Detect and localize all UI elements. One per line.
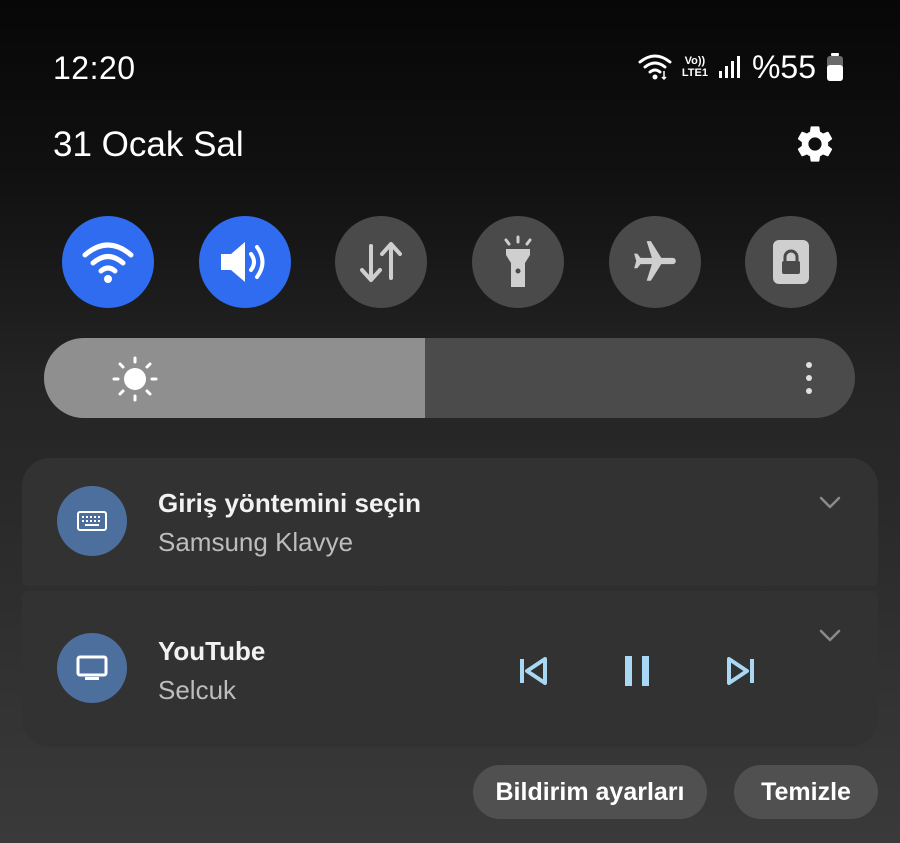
- status-time: 12:20: [53, 50, 136, 86]
- notification-title: Giriş yöntemini seçin: [158, 488, 421, 518]
- wifi-icon: [82, 242, 134, 283]
- notification-title: YouTube: [158, 636, 266, 666]
- brightness-slider[interactable]: [44, 338, 855, 418]
- airplane-icon: [634, 241, 676, 281]
- lte-label: LTE1: [681, 67, 708, 79]
- date-label: 31 Ocak Sal: [53, 125, 244, 164]
- notification-input-method[interactable]: Giriş yöntemini seçin Samsung Klavye: [22, 458, 878, 586]
- toggle-screen-lock[interactable]: [745, 216, 837, 308]
- settings-button[interactable]: [793, 122, 837, 166]
- clear-all-button[interactable]: Temizle: [734, 765, 878, 819]
- chevron-down-icon[interactable]: [818, 627, 842, 643]
- toggle-sound[interactable]: [199, 216, 291, 308]
- volte-label: Vo)): [684, 55, 706, 67]
- flashlight-icon: [504, 235, 532, 287]
- notification-subtitle: Samsung Klavye: [158, 527, 354, 557]
- battery-icon: [827, 53, 843, 81]
- speaker-icon: [221, 242, 265, 282]
- toggle-airplane-mode[interactable]: [609, 216, 701, 308]
- notification-youtube-media[interactable]: YouTube Selcuk: [22, 591, 878, 747]
- data-arrows-icon: [360, 242, 402, 282]
- pause-icon: [625, 656, 649, 686]
- wifi-icon: [638, 54, 672, 81]
- more-vertical-icon[interactable]: [799, 360, 819, 396]
- app-icon: [57, 633, 127, 703]
- toggle-mobile-data[interactable]: [335, 216, 427, 308]
- brightness-fill: [44, 338, 426, 418]
- previous-button[interactable]: [512, 651, 552, 691]
- chevron-down-icon[interactable]: [818, 494, 842, 510]
- status-icons: Vo)) LTE1 %55: [638, 48, 844, 85]
- gear-icon: [797, 126, 833, 162]
- keyboard-icon: [77, 511, 107, 531]
- toggle-flashlight[interactable]: [472, 216, 564, 308]
- pause-button[interactable]: [617, 651, 657, 691]
- notification-settings-button[interactable]: Bildirim ayarları: [473, 765, 707, 819]
- sun-icon: [112, 356, 158, 402]
- signal-icon: [718, 56, 740, 78]
- battery-percent: %55: [751, 48, 816, 85]
- lock-icon: [773, 240, 809, 284]
- next-icon: [727, 657, 754, 685]
- volte-lte-icon: Vo)) LTE1: [682, 55, 708, 79]
- next-button[interactable]: [722, 651, 762, 691]
- previous-icon: [520, 657, 547, 685]
- notification-subtitle: Selcuk: [158, 675, 237, 705]
- tv-icon: [76, 655, 108, 680]
- toggle-wifi[interactable]: [62, 216, 154, 308]
- app-icon: [57, 486, 127, 556]
